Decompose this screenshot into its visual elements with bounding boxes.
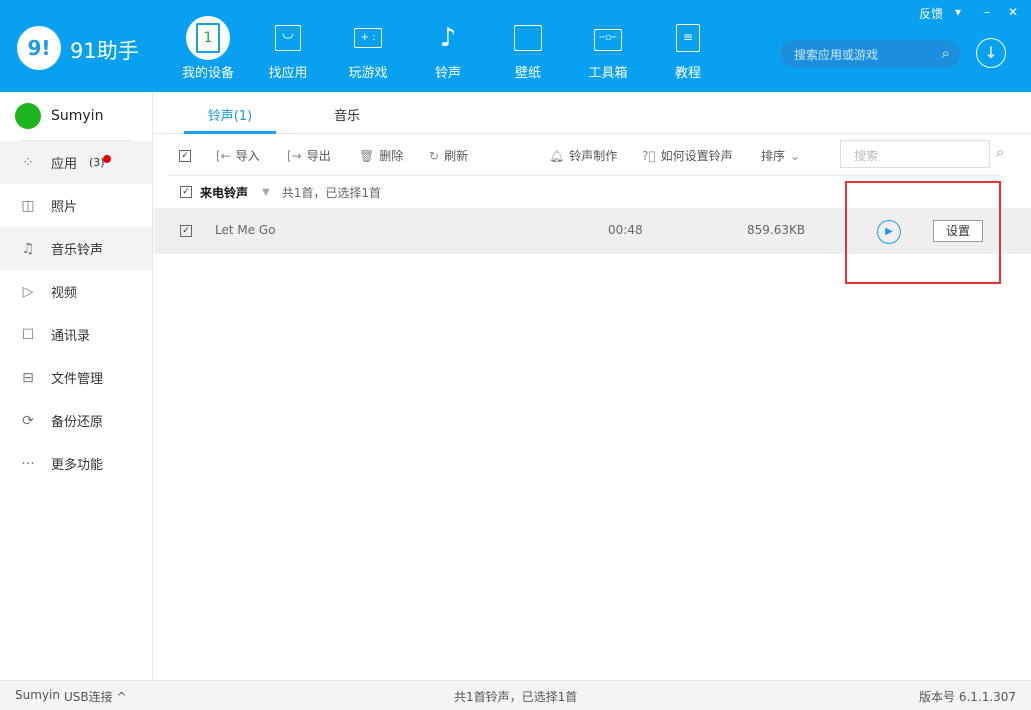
refresh-icon: ↻ bbox=[429, 149, 440, 163]
highlight-box bbox=[845, 181, 1001, 284]
status-summary: 共1首铃声，已选择1首 bbox=[454, 690, 578, 704]
search-icon[interactable]: ⌕ bbox=[942, 44, 950, 62]
nav-wallpaper[interactable]: 壁纸 bbox=[488, 0, 568, 92]
tablet-icon: 1 bbox=[186, 16, 230, 60]
camera-icon: ◫ bbox=[21, 197, 35, 214]
export-button[interactable]: [→ 导出 bbox=[287, 147, 331, 164]
device-name[interactable]: Sumyin bbox=[0, 92, 152, 140]
folder-icon: ⊟ bbox=[22, 369, 34, 386]
sidebar-item-video[interactable]: ▷ 视频 bbox=[0, 270, 152, 313]
sidebar-item-backup[interactable]: ⟳ 备份还原 bbox=[0, 399, 152, 442]
sidebar-item-files[interactable]: ⊟ 文件管理 bbox=[0, 356, 152, 399]
apple-icon bbox=[15, 103, 41, 129]
refresh-button[interactable]: ↻ 刷新 bbox=[429, 147, 468, 164]
ringtone-title: Let Me Go bbox=[215, 223, 276, 237]
help-icon: ?⃝ bbox=[642, 149, 656, 163]
import-button[interactable]: [← 导入 bbox=[216, 147, 260, 164]
chevron-down-icon: ⌄ bbox=[790, 149, 801, 163]
group-header: ✓ 来电铃声 ▼ 共1首，已选择1首 bbox=[180, 176, 381, 208]
clipboard-icon: ≡ bbox=[668, 18, 708, 58]
sidebar-item-more[interactable]: ··· 更多功能 bbox=[0, 442, 152, 485]
group-checkbox[interactable]: ✓ bbox=[180, 186, 192, 198]
music-icon: ♫ bbox=[21, 240, 35, 257]
make-ringtone-button[interactable]: 🔔︎ 铃声制作 bbox=[549, 147, 617, 164]
howto-button[interactable]: ?⃝ 如何设置铃声 bbox=[642, 147, 733, 164]
group-name: 来电铃声 bbox=[200, 185, 249, 200]
apps-count-badge: (3) bbox=[89, 155, 111, 169]
tab-music[interactable]: 音乐 bbox=[334, 105, 360, 124]
main-panel: 铃声(1) 音乐 ✓ [← 导入 [→ 导出 🗑 删除 ↻ 刷新 🔔︎ 铃声制作 ?⃝ 如何… bbox=[154, 92, 1031, 680]
row-checkbox[interactable]: ✓ bbox=[180, 225, 192, 237]
app-name: 91助手 bbox=[70, 39, 139, 63]
nav-my-device[interactable]: 1 我的设备 bbox=[168, 0, 248, 92]
bag-icon: ◡ bbox=[268, 18, 308, 58]
nav-tutorial[interactable]: ≡ 教程 bbox=[648, 0, 728, 92]
video-icon: ▷ bbox=[22, 283, 34, 300]
status-bar: Sumyin USB连接 ^ 共1首铃声，已选择1首 版本号 6.1.1.307 bbox=[0, 680, 1031, 710]
sidebar: Sumyin ⁘ 应用 (3) ◫ 照片 ♫ 音乐铃声 ▷ 视频 ☐ 通讯录 ⊟ 文件管理 ⟳… bbox=[0, 92, 153, 680]
connection-toggle[interactable]: USB连接 ^ bbox=[64, 688, 127, 705]
music-note-icon: ♪ bbox=[439, 23, 457, 53]
toolbar: ✓ [← 导入 [→ 导出 🗑 删除 ↻ 刷新 🔔︎ 铃声制作 ?⃝ 如何设置铃声 排序 ⌄ … bbox=[168, 134, 1004, 176]
ringtone-size: 859.63KB bbox=[747, 223, 806, 237]
ringtone-search-input[interactable]: 搜索 bbox=[840, 140, 990, 168]
minimize-button[interactable]: – bbox=[984, 5, 990, 19]
header: 9! 91助手 1 我的设备 ◡ 找应用 + : 玩游戏 ♪ 铃声 壁纸 ─▫─… bbox=[0, 0, 1031, 92]
sync-icon: ⟳ bbox=[22, 412, 34, 429]
global-search-input[interactable]: 搜索应用或游戏 ⌕ bbox=[780, 40, 960, 68]
trash-icon: 🗑 bbox=[359, 149, 375, 163]
sort-dropdown[interactable]: 排序 ⌄ bbox=[761, 147, 805, 164]
apps-icon: ⁘ bbox=[22, 154, 34, 171]
close-button[interactable]: ✕ bbox=[1008, 5, 1018, 19]
app-logo: 9! bbox=[17, 26, 61, 70]
import-icon: [← bbox=[216, 149, 231, 163]
group-summary: 共1首，已选择1首 bbox=[281, 185, 381, 200]
version-label: 版本号 6.1.1.307 bbox=[919, 690, 1017, 704]
feedback-link[interactable]: 反馈 bbox=[919, 5, 943, 22]
nav-toolbox[interactable]: ─▫─ 工具箱 bbox=[568, 0, 648, 92]
sidebar-item-apps[interactable]: ⁘ 应用 (3) bbox=[0, 141, 152, 184]
bell-icon: 🔔︎ bbox=[549, 149, 565, 163]
ringtone-duration: 00:48 bbox=[608, 223, 643, 237]
select-all-checkbox[interactable]: ✓ bbox=[179, 147, 191, 162]
nav-find-apps[interactable]: ◡ 找应用 bbox=[248, 0, 328, 92]
sidebar-item-contacts[interactable]: ☐ 通讯录 bbox=[0, 313, 152, 356]
export-icon: [→ bbox=[287, 149, 302, 163]
picture-icon bbox=[508, 18, 548, 58]
sidebar-item-photos[interactable]: ◫ 照片 bbox=[0, 184, 152, 227]
toolbox-icon: ─▫─ bbox=[588, 18, 628, 58]
delete-button[interactable]: 🗑 删除 bbox=[359, 147, 403, 164]
tab-ringtones[interactable]: 铃声(1) bbox=[184, 105, 276, 134]
sidebar-item-music[interactable]: ♫ 音乐铃声 bbox=[0, 227, 152, 270]
gamepad-icon: + : bbox=[348, 18, 388, 58]
search-icon[interactable]: ⌕ bbox=[996, 143, 1004, 161]
more-icon: ··· bbox=[21, 455, 35, 472]
nav-games[interactable]: + : 玩游戏 bbox=[328, 0, 408, 92]
contact-icon: ☐ bbox=[21, 326, 35, 343]
nav-ringtones[interactable]: ♪ 铃声 bbox=[408, 0, 488, 92]
status-device: Sumyin bbox=[15, 688, 60, 702]
menu-icon[interactable]: ▾ bbox=[955, 5, 961, 19]
download-icon[interactable]: ↓ bbox=[976, 38, 1006, 68]
group-dropdown-icon[interactable]: ▼ bbox=[262, 187, 270, 198]
tab-bar: 铃声(1) 音乐 bbox=[154, 92, 1031, 134]
